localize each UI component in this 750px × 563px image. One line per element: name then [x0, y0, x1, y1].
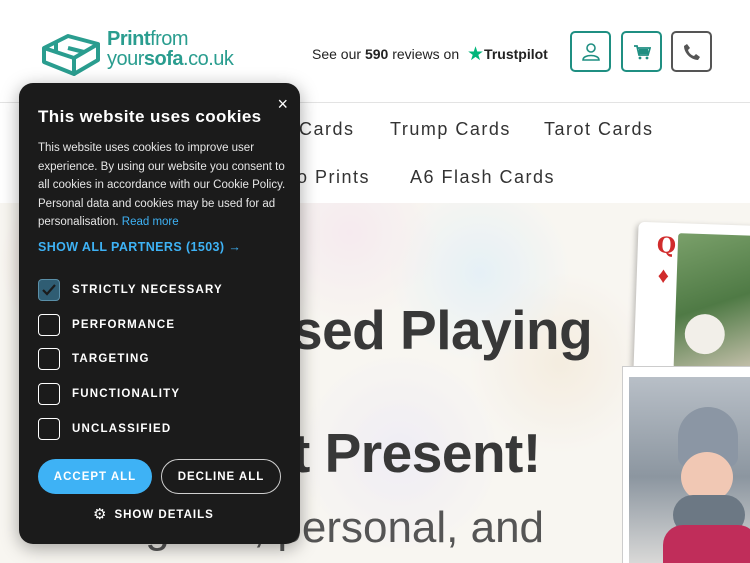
user-icon: [581, 42, 600, 61]
phone-icon: [683, 43, 700, 60]
nav-item-photo-prints[interactable]: o Prints: [297, 167, 370, 188]
sofa-logo-icon: [42, 34, 100, 76]
site-logo[interactable]: Printfrom yoursofa.co.uk: [38, 28, 238, 76]
phone-button[interactable]: [671, 31, 712, 72]
logo-print: Print: [107, 28, 151, 50]
show-details-button[interactable]: ⚙ SHOW DETAILS: [93, 507, 214, 522]
cart-button[interactable]: [621, 31, 662, 72]
accept-all-button[interactable]: ACCEPT ALL: [38, 459, 152, 494]
cookie-consent-dialog: × This website uses cookies This website…: [19, 83, 300, 544]
logo-your: your: [107, 48, 144, 70]
option-functionality[interactable]: FUNCTIONALITY: [38, 383, 180, 405]
nav-item-a6-flash-cards[interactable]: A6 Flash Cards: [410, 167, 555, 188]
logo-sofa: sofa: [143, 48, 184, 70]
read-more-link[interactable]: Read more: [122, 216, 179, 228]
option-unclassified[interactable]: UNCLASSIFIED: [38, 418, 171, 440]
show-details-label: SHOW DETAILS: [114, 508, 214, 521]
trust-count: 590: [364, 46, 389, 62]
hero-title-line1: sed Playing: [292, 299, 593, 361]
diamond-suit-icon: ♦: [657, 262, 670, 288]
logo-domain: .co.uk: [183, 48, 234, 70]
close-icon[interactable]: ×: [277, 95, 288, 113]
option-label: STRICTLY NECESSARY: [72, 284, 223, 296]
option-label: PERFORMANCE: [72, 319, 176, 331]
trust-suffix: reviews on: [392, 46, 460, 62]
trustpilot-badge[interactable]: See our 590 reviews on ★Trustpilot: [312, 42, 548, 65]
nav-item-trump-cards[interactable]: Trump Cards: [390, 119, 511, 140]
nav-item-tarot-cards[interactable]: Tarot Cards: [544, 119, 654, 140]
nav-item-cards[interactable]: Cards: [299, 119, 355, 140]
cart-icon: [633, 44, 651, 59]
option-label: TARGETING: [72, 353, 150, 365]
gear-icon: ⚙: [93, 506, 108, 523]
trust-prefix: See our: [312, 46, 362, 62]
child-coat: [663, 525, 750, 563]
checkbox-unclassified[interactable]: [38, 418, 60, 440]
logo-from: from: [150, 28, 189, 50]
option-label: UNCLASSIFIED: [72, 423, 172, 435]
show-partners-link[interactable]: SHOW ALL PARTNERS (1503) →: [38, 240, 241, 254]
option-label: FUNCTIONALITY: [72, 388, 181, 400]
trust-brand: Trustpilot: [484, 46, 548, 62]
checkbox-functionality[interactable]: [38, 383, 60, 405]
hero-title-line2: t Present!: [292, 422, 541, 484]
queen-card-image: Q ♦: [633, 221, 750, 377]
option-performance[interactable]: PERFORMANCE: [38, 314, 175, 336]
option-strictly-necessary[interactable]: STRICTLY NECESSARY: [38, 279, 223, 301]
option-targeting[interactable]: TARGETING: [38, 348, 150, 370]
checkbox-performance[interactable]: [38, 314, 60, 336]
card-rank: Q: [656, 232, 677, 260]
checkmark-icon: [42, 284, 56, 296]
logo-wordmark: Printfrom yoursofa.co.uk: [107, 28, 234, 70]
account-button[interactable]: [570, 31, 611, 72]
trustpilot-star-icon: ★: [467, 44, 485, 65]
cookie-description: This website uses cookies to improve use…: [38, 139, 288, 232]
checkbox-targeting[interactable]: [38, 348, 60, 370]
checkbox-strictly-necessary[interactable]: [38, 279, 60, 301]
winter-card-image: [622, 366, 750, 563]
cookie-title: This website uses cookies: [38, 107, 262, 126]
decline-all-button[interactable]: DECLINE ALL: [161, 459, 281, 494]
